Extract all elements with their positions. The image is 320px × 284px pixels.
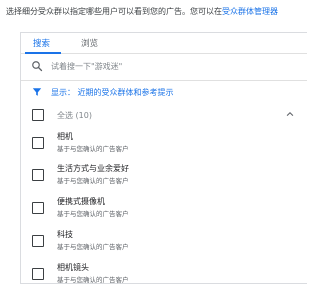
item-checkbox[interactable] bbox=[32, 202, 44, 214]
chevron-up-icon[interactable] bbox=[285, 109, 295, 119]
item-checkbox[interactable] bbox=[32, 169, 44, 181]
tab-bar: 搜索 浏览 bbox=[21, 33, 307, 54]
intro-description: 选择细分受众群以指定哪些用户可以看到您的广告。您可以在 bbox=[6, 7, 222, 16]
item-sublabel: 基于与您确认的广告客户 bbox=[57, 145, 129, 153]
item-label: 便携式摄像机 bbox=[57, 197, 105, 206]
item-checkbox[interactable] bbox=[32, 235, 44, 247]
item-label: 科技 bbox=[57, 230, 73, 239]
item-sublabel: 基于与您确认的广告客户 bbox=[57, 177, 129, 185]
item-checkbox[interactable] bbox=[32, 137, 44, 149]
audience-panel: 搜索 浏览 显示： 近期的受众群体和参考提示 全选 (10) 相机 基于与您确认… bbox=[20, 32, 307, 284]
search-icon bbox=[32, 61, 43, 72]
item-label: 生活方式与业余爱好 bbox=[57, 164, 129, 173]
search-bar bbox=[21, 54, 307, 81]
item-sublabel: 基于与您确认的广告客户 bbox=[57, 243, 129, 251]
tab-search[interactable]: 搜索 bbox=[33, 37, 50, 49]
item-checkbox[interactable] bbox=[32, 268, 44, 280]
item-label: 相机 bbox=[57, 132, 73, 141]
filter-label: 显示： 近期的受众群体和参考提示 bbox=[51, 88, 174, 97]
filter-icon bbox=[32, 88, 42, 96]
filter-row[interactable]: 显示： 近期的受众群体和参考提示 bbox=[21, 81, 307, 103]
select-all-label: 全选 (10) bbox=[57, 111, 92, 120]
audience-manager-link[interactable]: 受众群体管理器 bbox=[222, 7, 278, 16]
intro-text: 选择细分受众群以指定哪些用户可以看到您的广告。您可以在受众群体管理器 bbox=[6, 6, 302, 17]
item-label: 相机镜头 bbox=[57, 263, 89, 272]
tab-browse[interactable]: 浏览 bbox=[81, 37, 98, 49]
item-sublabel: 基于与您确认的广告客户 bbox=[57, 276, 129, 284]
item-sublabel: 基于与您确认的广告客户 bbox=[57, 210, 129, 218]
search-input[interactable] bbox=[51, 60, 271, 73]
select-all-checkbox[interactable] bbox=[32, 109, 44, 121]
